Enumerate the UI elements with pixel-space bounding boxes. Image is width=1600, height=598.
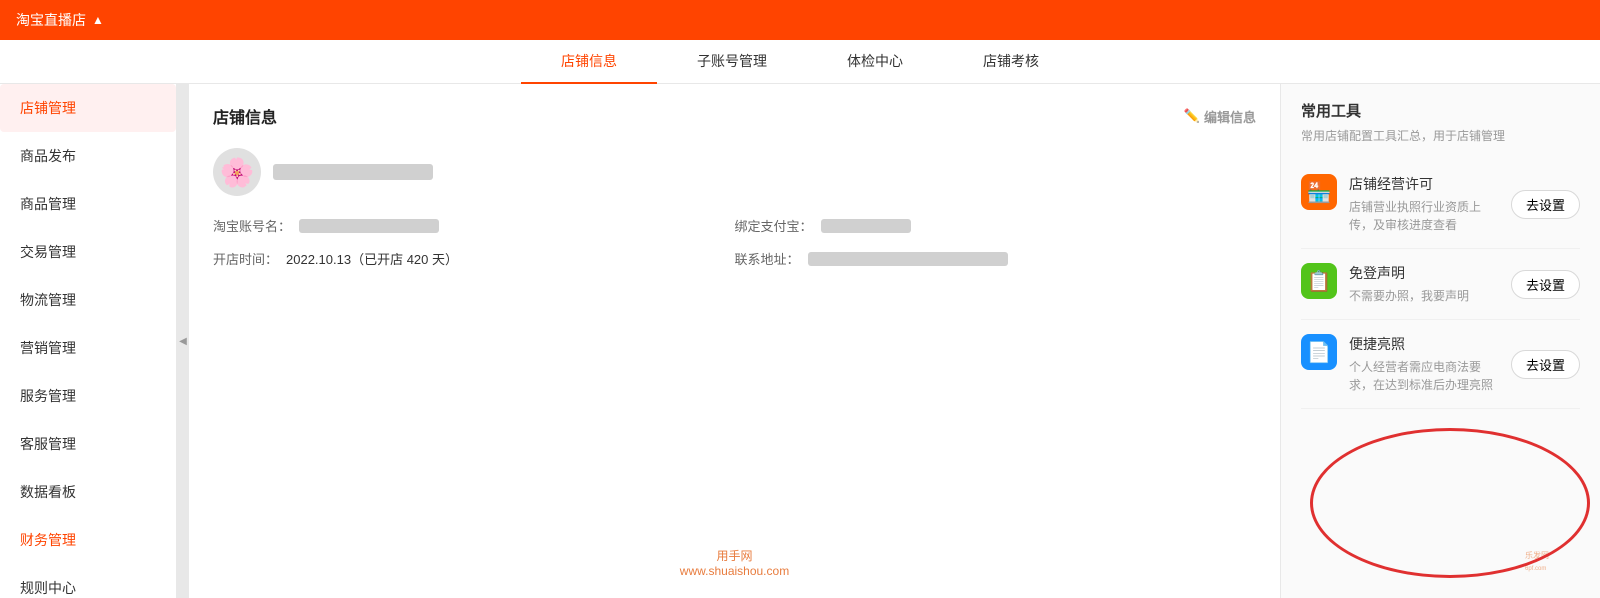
tool-item-exemption-statement: 📋 免登声明不需要办照，我要声明去设置 — [1301, 249, 1580, 320]
bind-alipay-label: 绑定支付宝： — [735, 216, 813, 235]
bind-alipay-value — [821, 219, 911, 233]
shop-name-blurred — [273, 164, 433, 180]
sidebar-item-rules-center[interactable]: 规则中心 — [0, 564, 176, 598]
highlight-circle — [1310, 428, 1590, 578]
tool-item-business-license: 🏪 店铺经营许可店铺营业执照行业资质上传，及审核进度查看去设置 — [1301, 160, 1580, 249]
sidebar-item-data-dashboard[interactable]: 数据看板 — [0, 468, 176, 516]
shop-avatar: 🌸 — [213, 148, 261, 196]
watermark-line1: 用手网 — [680, 547, 789, 564]
tab-shop-info[interactable]: 店铺信息 — [521, 40, 657, 84]
tool-name-quick-license: 便捷亮照 — [1349, 334, 1499, 354]
edit-icon: ✏️ — [1184, 108, 1200, 124]
sidebar-item-marketing-mgmt[interactable]: 营销管理 — [0, 324, 176, 372]
section-title-row: 店铺信息 ✏️ 编辑信息 — [213, 104, 1256, 128]
tool-btn-quick-license[interactable]: 去设置 — [1511, 350, 1580, 379]
corner-watermark-container: 乐发网 6pf.com — [1520, 518, 1600, 598]
tool-detail-quick-license: 个人经营者需应电商法要求，在达到标准后办理亮照 — [1349, 358, 1499, 394]
watermark: 用手网 www.shuaishou.com — [680, 547, 789, 578]
top-bar: 淘宝直播店 ▲ — [0, 0, 1600, 40]
right-panel: 常用工具 常用店铺配置工具汇总，用于店铺管理 🏪 店铺经营许可店铺营业执照行业资质… — [1280, 84, 1600, 598]
top-bar-title: 淘宝直播店 — [16, 10, 86, 30]
open-time-label: 开店时间： — [213, 249, 278, 268]
tool-info-exemption-statement: 免登声明不需要办照，我要声明 — [1349, 263, 1499, 305]
sidebar-item-finance-mgmt[interactable]: 财务管理 — [0, 516, 176, 564]
tab-bar: 店铺信息子账号管理体检中心店铺考核 — [0, 40, 1600, 84]
contact-address-row: 联系地址： — [735, 249, 1257, 268]
tool-info-quick-license: 便捷亮照个人经营者需应电商法要求，在达到标准后办理亮照 — [1349, 334, 1499, 394]
tool-info-business-license: 店铺经营许可店铺营业执照行业资质上传，及审核进度查看 — [1349, 174, 1499, 234]
contact-address-label: 联系地址： — [735, 249, 800, 268]
tool-icon-exemption-statement: 📋 — [1301, 263, 1337, 299]
tab-health-check[interactable]: 体检中心 — [807, 40, 943, 84]
watermark-line2: www.shuaishou.com — [680, 564, 789, 578]
sidebar-item-service-mgmt[interactable]: 服务管理 — [0, 372, 176, 420]
section-title-text: 店铺信息 — [213, 104, 277, 128]
main-content: 店铺信息 ✏️ 编辑信息 🌸 淘宝账号名： 绑定支付宝： — [189, 84, 1280, 598]
tool-detail-business-license: 店铺营业执照行业资质上传，及审核进度查看 — [1349, 198, 1499, 234]
open-time-row: 开店时间： 2022.10.13（已开店 420 天） — [213, 249, 735, 268]
tool-detail-exemption-statement: 不需要办照，我要声明 — [1349, 287, 1499, 305]
sidebar-item-shop-mgmt[interactable]: 店铺管理 — [0, 84, 176, 132]
sidebar-item-product-mgmt[interactable]: 商品管理 — [0, 180, 176, 228]
taobao-account-label: 淘宝账号名： — [213, 216, 291, 235]
tool-name-business-license: 店铺经营许可 — [1349, 174, 1499, 194]
sidebar-item-trade-mgmt[interactable]: 交易管理 — [0, 228, 176, 276]
edit-label-text: 编辑信息 — [1204, 107, 1256, 126]
taobao-account-value — [299, 219, 439, 233]
top-bar-caret[interactable]: ▲ — [92, 13, 104, 27]
sidebar-item-logistics-mgmt[interactable]: 物流管理 — [0, 276, 176, 324]
svg-text:乐发网: 乐发网 — [1525, 550, 1549, 560]
taobao-account-row: 淘宝账号名： — [213, 216, 735, 235]
open-time-value: 2022.10.13（已开店 420 天） — [286, 249, 458, 268]
tool-icon-quick-license: 📄 — [1301, 334, 1337, 370]
panel-title: 常用工具 — [1301, 100, 1580, 121]
sidebar: 店铺管理商品发布商品管理交易管理物流管理营销管理服务管理客服管理数据看板财务管理… — [0, 84, 177, 598]
sidebar-item-customer-mgmt[interactable]: 客服管理 — [0, 420, 176, 468]
tab-sub-account[interactable]: 子账号管理 — [657, 40, 807, 84]
tool-btn-exemption-statement[interactable]: 去设置 — [1511, 270, 1580, 299]
tab-shop-review[interactable]: 店铺考核 — [943, 40, 1079, 84]
sidebar-item-product-publish[interactable]: 商品发布 — [0, 132, 176, 180]
tool-btn-business-license[interactable]: 去设置 — [1511, 190, 1580, 219]
shop-avatar-row: 🌸 — [213, 148, 1256, 196]
panel-description: 常用店铺配置工具汇总，用于店铺管理 — [1301, 127, 1580, 144]
bind-alipay-row: 绑定支付宝： — [735, 216, 1257, 235]
tool-item-quick-license: 📄 便捷亮照个人经营者需应电商法要求，在达到标准后办理亮照去设置 — [1301, 320, 1580, 409]
svg-text:6pf.com: 6pf.com — [1525, 566, 1546, 572]
edit-info-link[interactable]: ✏️ 编辑信息 — [1184, 107, 1256, 126]
tool-name-exemption-statement: 免登声明 — [1349, 263, 1499, 283]
collapse-arrow-icon: ◀ — [179, 336, 187, 347]
contact-address-value — [808, 252, 1008, 266]
tool-icon-business-license: 🏪 — [1301, 174, 1337, 210]
collapse-handle[interactable]: ◀ — [177, 84, 189, 598]
info-grid: 淘宝账号名： 绑定支付宝： 开店时间： 2022.10.13（已开店 420 天… — [213, 216, 1256, 268]
